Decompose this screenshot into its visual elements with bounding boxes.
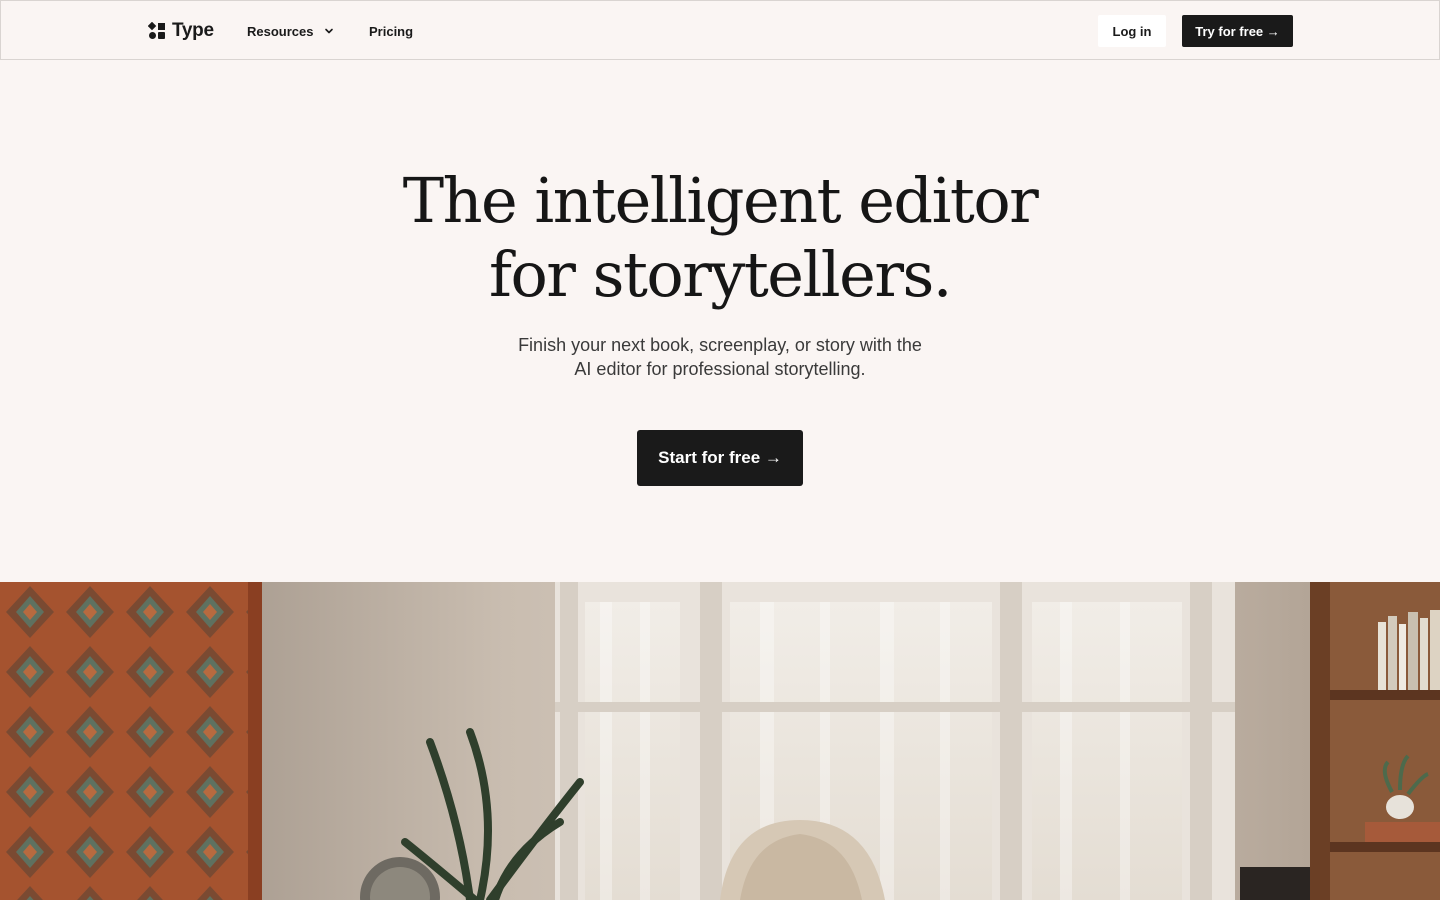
hero-title-line-2: for storytellers. bbox=[489, 238, 952, 311]
hero-subtitle-line-2: AI editor for professional storytelling. bbox=[574, 359, 866, 379]
type-logo-icon bbox=[148, 22, 165, 39]
hero-subtitle-line-1: Finish your next book, screenplay, or st… bbox=[518, 335, 922, 355]
hero-photo-illustration bbox=[0, 582, 1440, 900]
hero-subtitle: Finish your next book, screenplay, or st… bbox=[420, 333, 1020, 381]
nav-resources-dropdown[interactable]: Resources bbox=[247, 21, 335, 41]
try-for-free-button[interactable]: Try for free → bbox=[1182, 15, 1293, 47]
site-header: Type Resources Pricing Log in Try for fr… bbox=[0, 0, 1440, 60]
hero-title-line-1: The intelligent editor bbox=[402, 164, 1039, 237]
login-button[interactable]: Log in bbox=[1098, 15, 1166, 47]
hero-photo bbox=[0, 582, 1440, 900]
chevron-down-icon bbox=[325, 28, 334, 34]
hero-title: The intelligent editor for storytellers. bbox=[320, 164, 1120, 312]
logo-link[interactable]: Type bbox=[148, 19, 214, 43]
nav-resources-label: Resources bbox=[247, 23, 314, 39]
logo-text: Type bbox=[172, 20, 214, 41]
start-for-free-button[interactable]: Start for free → bbox=[637, 430, 803, 486]
nav-pricing-link[interactable]: Pricing bbox=[369, 21, 413, 41]
